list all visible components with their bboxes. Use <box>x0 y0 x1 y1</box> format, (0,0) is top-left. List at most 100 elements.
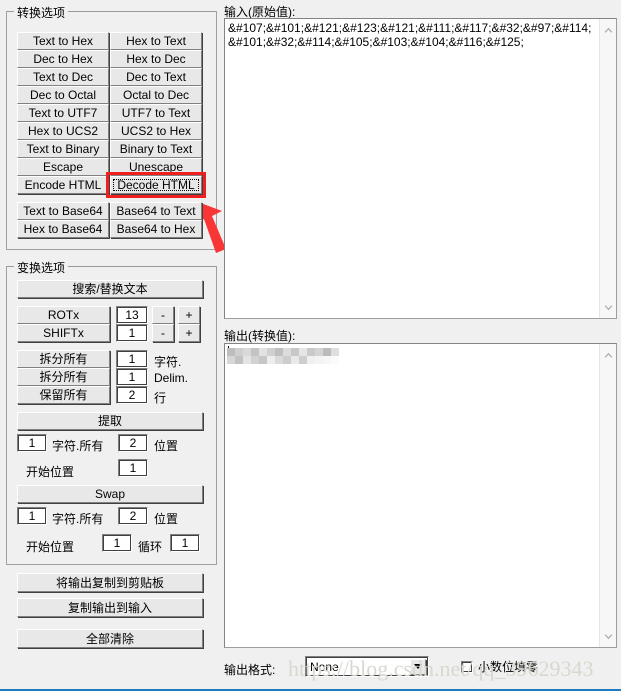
button-label: Dec to Text <box>126 70 186 84</box>
pad-decimals-checkbox[interactable] <box>461 660 473 673</box>
input-scrollbar[interactable] <box>599 19 616 318</box>
pad-decimals-checkbox-row[interactable]: 小数位填零 <box>461 658 538 675</box>
button-label: Text to Binary <box>26 142 100 156</box>
output-textarea-value[interactable] <box>225 344 599 647</box>
button-label: UCS2 to Hex <box>120 124 192 138</box>
button-unescape[interactable]: Unescape <box>110 158 202 176</box>
button-utf7-to-text[interactable]: UTF7 to Text <box>110 104 202 122</box>
input-swap-position[interactable]: 2 <box>118 507 148 525</box>
button-label: 复制输出到输入 <box>67 600 152 615</box>
button-label: + <box>185 308 193 322</box>
chevron-down-icon[interactable] <box>410 658 426 675</box>
button-binary-to-text[interactable]: Binary to Text <box>110 140 202 158</box>
button-label: 拆分所有 <box>39 352 88 366</box>
field-value: 1 <box>28 436 36 450</box>
button-label: 将输出复制到剪贴板 <box>55 575 164 590</box>
output-format-select[interactable]: None <box>305 656 429 677</box>
button-label: - <box>161 308 165 322</box>
chevron-down-icon[interactable] <box>600 299 616 316</box>
button-keep-all-lines[interactable]: 保留所有 <box>17 386 110 404</box>
button-split-all-delim[interactable]: 拆分所有 <box>17 368 110 386</box>
button-label: 拆分所有 <box>39 370 88 384</box>
label-extract-start: 开始位置 <box>26 465 75 479</box>
input-textarea[interactable]: &#107;&#101;&#121;&#123;&#121;&#111;&#11… <box>224 18 617 319</box>
button-hex-to-dec[interactable]: Hex to Dec <box>110 50 202 68</box>
input-swap-start[interactable]: 1 <box>102 534 132 552</box>
button-escape[interactable]: Escape <box>17 158 109 176</box>
chevron-up-icon[interactable] <box>600 21 616 38</box>
button-clear-all[interactable]: 全部清除 <box>17 629 203 648</box>
output-scrollbar[interactable] <box>599 344 616 647</box>
input-split-chars-value[interactable]: 1 <box>116 350 148 368</box>
output-textarea[interactable] <box>224 343 617 648</box>
input-shiftx-value[interactable]: 1 <box>116 324 148 342</box>
input-swap-loop[interactable]: 1 <box>170 534 200 552</box>
button-shiftx-decrement[interactable]: - <box>152 324 174 342</box>
input-keep-lines-value[interactable]: 2 <box>116 386 148 404</box>
button-dec-to-text[interactable]: Dec to Text <box>110 68 202 86</box>
input-rotx-value[interactable]: 13 <box>116 306 148 324</box>
button-label: Encode HTML <box>24 178 102 192</box>
label-extract-position-unit: 位置 <box>154 439 179 453</box>
button-text-to-dec[interactable]: Text to Dec <box>17 68 109 86</box>
output-area-label: 输出(转换值): <box>224 329 296 343</box>
button-text-to-base64[interactable]: Text to Base64 <box>17 202 109 220</box>
button-dec-to-octal[interactable]: Dec to Octal <box>17 86 109 104</box>
output-format-label: 输出格式: <box>224 663 276 677</box>
button-label: Dec to Hex <box>33 52 93 66</box>
button-rotx-increment[interactable]: + <box>178 306 200 324</box>
input-split-delim-value[interactable]: 1 <box>116 368 148 386</box>
chevron-down-icon[interactable] <box>600 628 616 645</box>
button-base64-to-text[interactable]: Base64 to Text <box>110 202 202 220</box>
button-copy-output-to-clipboard[interactable]: 将输出复制到剪贴板 <box>17 573 203 592</box>
conversion-options-title: 转换选项 <box>14 4 69 21</box>
field-value: 1 <box>128 352 136 366</box>
button-text-to-hex[interactable]: Text to Hex <box>17 32 109 50</box>
button-decode-html[interactable]: Decode HTML <box>110 176 202 194</box>
input-textarea-value[interactable]: &#107;&#101;&#121;&#123;&#121;&#111;&#11… <box>225 19 599 318</box>
label-swap-position-unit: 位置 <box>154 512 179 526</box>
button-copy-output-to-input[interactable]: 复制输出到输入 <box>17 598 203 617</box>
button-search-replace-text[interactable]: 搜索/替换文本 <box>17 280 203 298</box>
button-rotx-decrement[interactable]: - <box>152 306 174 324</box>
button-dec-to-hex[interactable]: Dec to Hex <box>17 50 109 68</box>
input-extract-start[interactable]: 1 <box>118 459 148 477</box>
button-label: UTF7 to Text <box>121 106 191 120</box>
button-extract[interactable]: 提取 <box>17 412 203 430</box>
output-redacted-content <box>227 348 343 364</box>
field-value: 1 <box>181 536 189 550</box>
button-rotx[interactable]: ROTx <box>17 306 110 324</box>
button-text-to-utf7[interactable]: Text to UTF7 <box>17 104 109 122</box>
button-octal-to-dec[interactable]: Octal to Dec <box>110 86 202 104</box>
button-label: 提取 <box>97 414 122 428</box>
button-label: 全部清除 <box>85 631 134 646</box>
button-label: Hex to Base64 <box>23 222 103 236</box>
button-shiftx[interactable]: SHIFTx <box>17 324 110 342</box>
button-label: Dec to Octal <box>29 88 97 102</box>
button-split-all-chars[interactable]: 拆分所有 <box>17 350 110 368</box>
input-extract-position[interactable]: 2 <box>118 434 148 452</box>
label-swap-loop: 循环 <box>138 540 163 554</box>
button-shiftx-increment[interactable]: + <box>178 324 200 342</box>
button-label: - <box>161 326 165 340</box>
button-label: Base64 to Hex <box>116 222 196 236</box>
field-value: 1 <box>128 326 136 340</box>
button-hex-to-ucs2[interactable]: Hex to UCS2 <box>17 122 109 140</box>
button-label: Octal to Dec <box>122 88 190 102</box>
field-value: 1 <box>28 509 36 523</box>
button-base64-to-hex[interactable]: Base64 to Hex <box>110 220 202 238</box>
button-ucs2-to-hex[interactable]: UCS2 to Hex <box>110 122 202 140</box>
field-value: 13 <box>125 308 139 322</box>
button-hex-to-text[interactable]: Hex to Text <box>110 32 202 50</box>
output-format-value: None <box>310 659 339 674</box>
field-value: 2 <box>129 509 137 523</box>
input-extract-count[interactable]: 1 <box>17 434 47 452</box>
button-encode-html[interactable]: Encode HTML <box>17 176 109 194</box>
button-hex-to-base64[interactable]: Hex to Base64 <box>17 220 109 238</box>
chevron-up-icon[interactable] <box>600 346 616 363</box>
field-value: 1 <box>129 461 137 475</box>
button-swap[interactable]: Swap <box>17 485 203 503</box>
button-label: Escape <box>42 160 84 174</box>
input-swap-count[interactable]: 1 <box>17 507 47 525</box>
button-text-to-binary[interactable]: Text to Binary <box>17 140 109 158</box>
